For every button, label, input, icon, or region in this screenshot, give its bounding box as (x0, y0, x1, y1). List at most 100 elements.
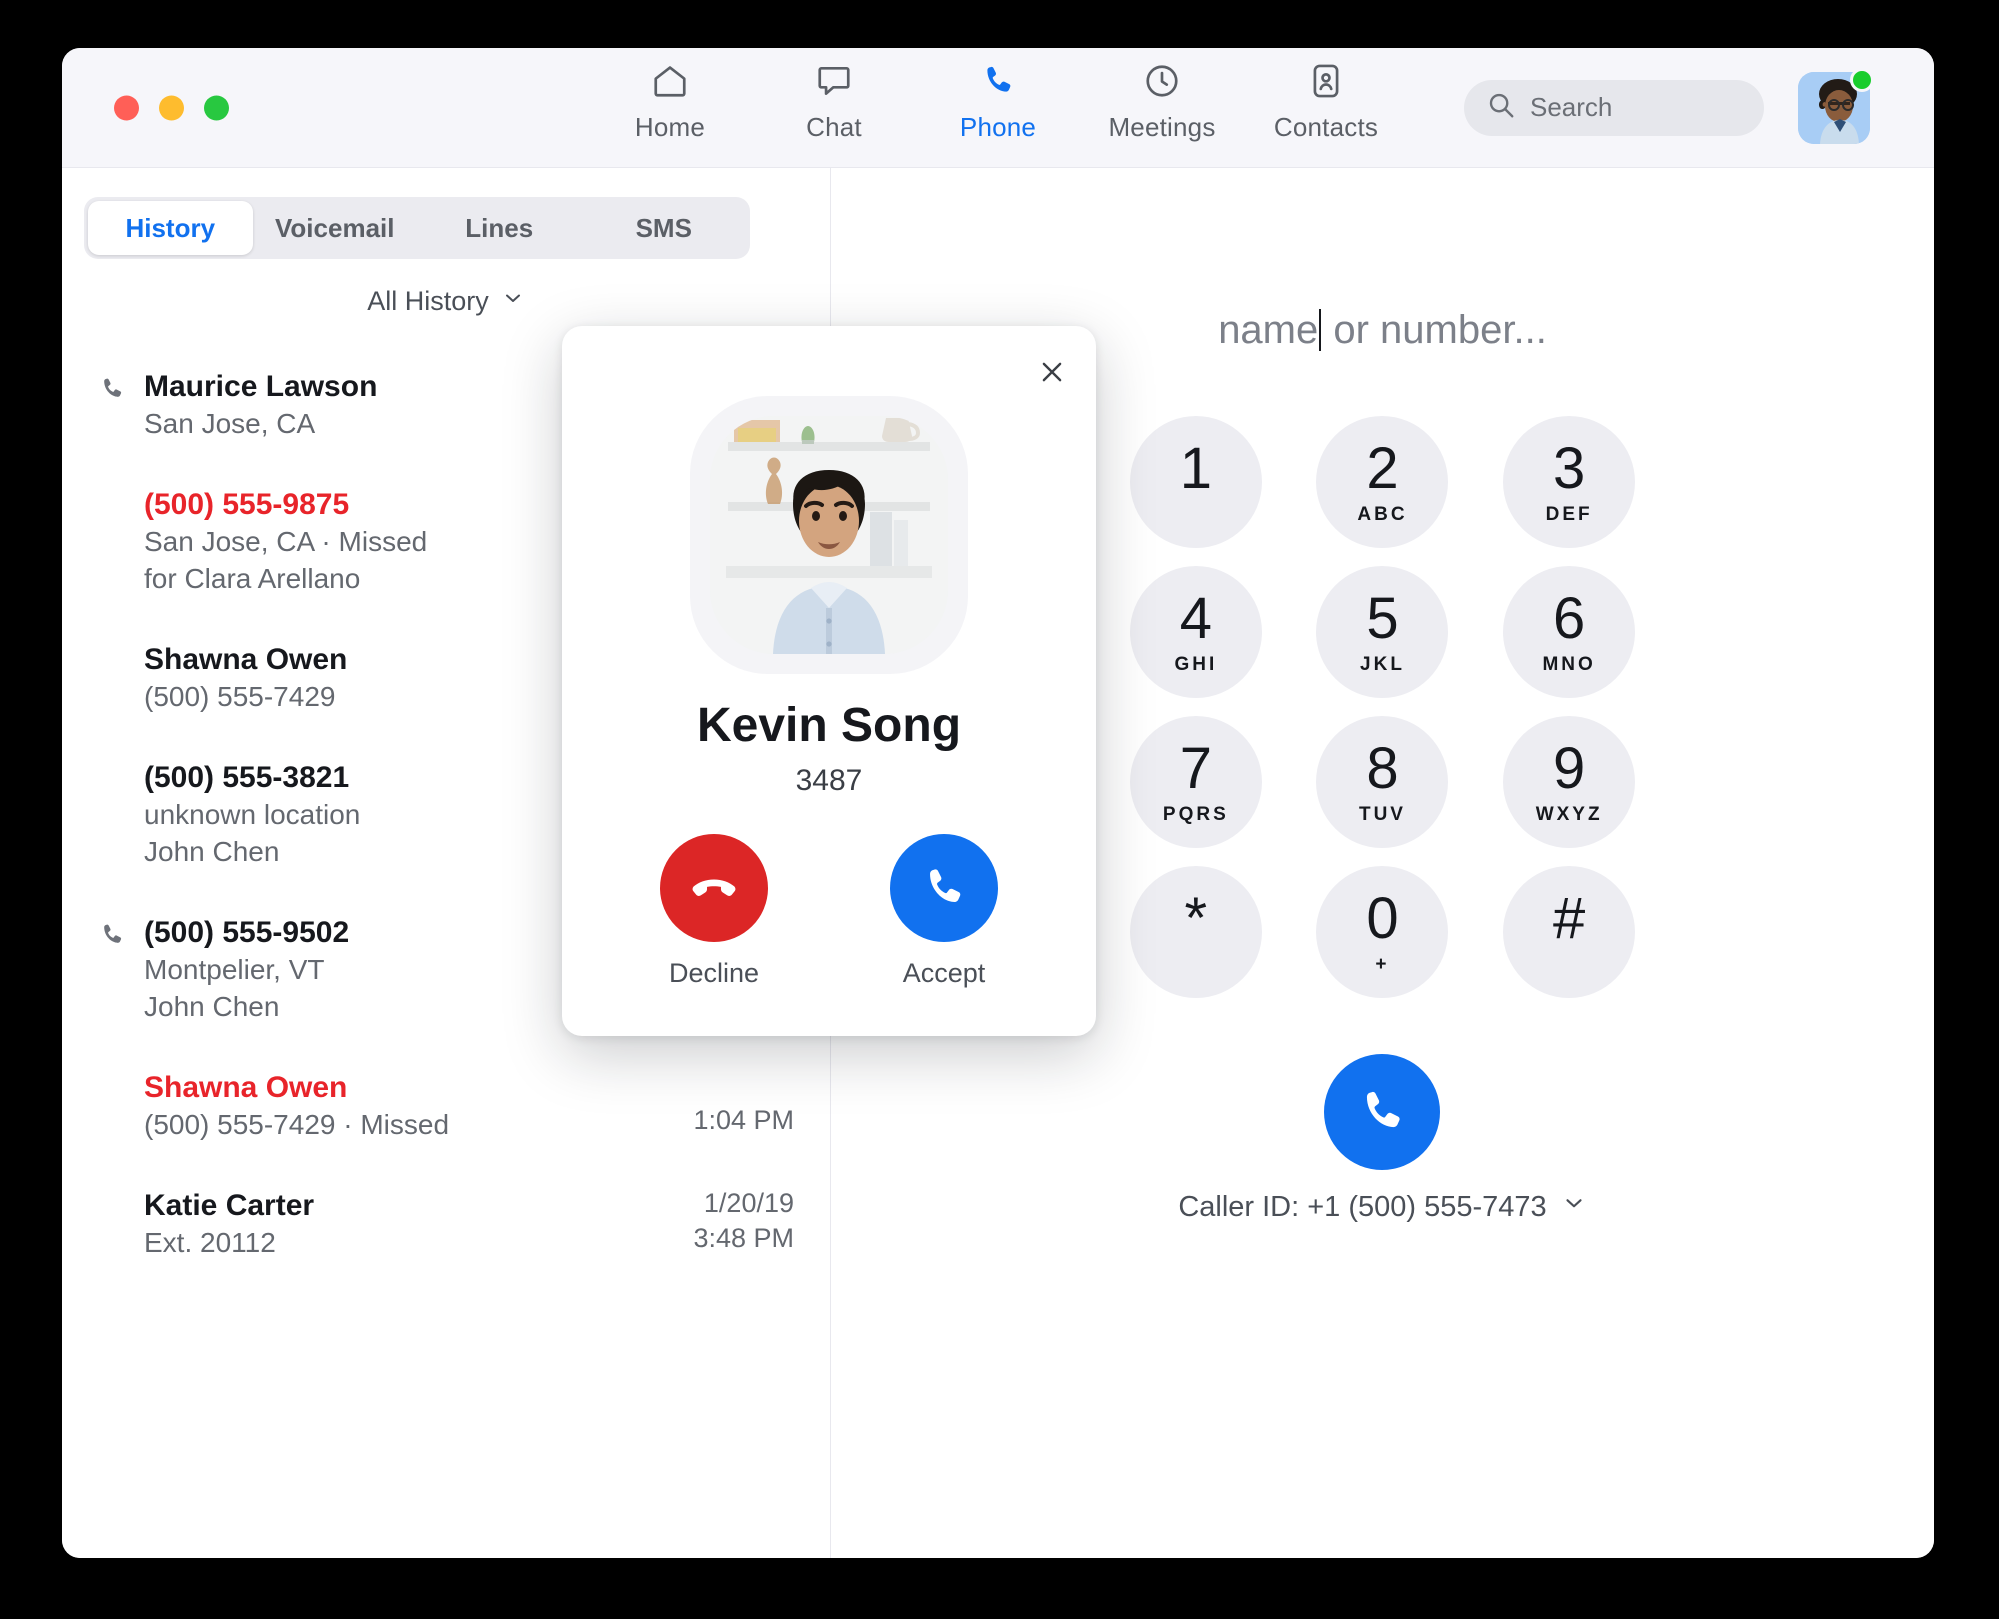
history-filter-dropdown[interactable]: All History (62, 286, 830, 317)
dial-key-digit: 6 (1553, 586, 1586, 651)
dial-key-5[interactable]: 5 JKL (1316, 566, 1449, 698)
close-window-button[interactable] (114, 95, 139, 120)
nav-tab-chat[interactable]: Chat (752, 60, 916, 143)
tab-history[interactable]: History (88, 201, 253, 255)
call-history-row[interactable]: Katie Carter Ext. 20112 1/20/19 3:48 PM (98, 1165, 794, 1283)
close-icon[interactable] (1032, 352, 1072, 392)
call-row-details: Shawna Owen (500) 555-7429 (144, 640, 594, 716)
call-row-timestamp-line: 3:48 PM (693, 1223, 794, 1254)
call-button[interactable] (1324, 1054, 1440, 1170)
dial-key-letters: TUV (1358, 804, 1406, 825)
search-input[interactable]: Search (1464, 79, 1764, 136)
call-row-subtitle: John Chen (144, 835, 280, 867)
dial-key-letters: DEF (1545, 504, 1593, 525)
dial-key-9[interactable]: 9 WXYZ (1503, 716, 1636, 848)
app-window: Home Chat Phone Meetings Contacts Search… (62, 48, 1934, 1558)
call-row-details: (500) 555-9502 Montpelier, VT John Chen (144, 913, 594, 1026)
caller-id-selector[interactable]: Caller ID: +1 (500) 555-7473 (831, 1190, 1934, 1224)
nav-tab-meetings[interactable]: Meetings (1080, 60, 1244, 143)
presence-status-dot (1850, 67, 1874, 92)
chat-icon (815, 60, 853, 102)
home-icon (650, 60, 690, 102)
search-icon (1486, 90, 1516, 125)
nav-tab-phone[interactable]: Phone (916, 60, 1080, 143)
dial-key-digit: 9 (1553, 736, 1586, 801)
dial-key-6[interactable]: 6 MNO (1503, 566, 1636, 698)
call-icon-placeholder (98, 1186, 144, 1262)
dial-key-letters: ABC (1357, 504, 1408, 525)
dial-key-digit: 5 (1366, 586, 1399, 651)
nav-tab-contacts[interactable]: Contacts (1244, 60, 1408, 143)
call-row-timestamp: 1/20/19 3:48 PM (594, 1186, 794, 1262)
incoming-call-dialog: Kevin Song 3487 Decline Accept (562, 326, 1096, 1036)
dial-key-letters: + (1375, 954, 1390, 975)
dial-key-1[interactable]: 1 (1129, 416, 1262, 548)
dial-key-hash[interactable]: # (1503, 866, 1636, 998)
call-row-timestamp-line: 1/20/19 (703, 1187, 794, 1218)
dial-key-4[interactable]: 4 GHI (1129, 566, 1262, 698)
caller-extension: 3487 (795, 764, 863, 797)
call-row-subtitle: San Jose, CA (144, 408, 316, 439)
call-row-subtitle: San Jose, CA · Missed (144, 525, 428, 557)
tab-lines[interactable]: Lines (417, 201, 582, 255)
call-row-title: (500) 555-9502 (144, 915, 350, 949)
nav-tab-chat-label: Chat (806, 111, 862, 142)
call-row-subtitle: Ext. 20112 (144, 1226, 276, 1258)
tab-sms[interactable]: SMS (582, 201, 747, 255)
dial-input-trailing-text: or number... (1322, 307, 1547, 352)
dial-key-2[interactable]: 2 ABC (1316, 416, 1449, 548)
call-row-details: (500) 555-9875 San Jose, CA · Missed for C… (144, 485, 594, 598)
phone-icon (890, 834, 998, 942)
outgoing-call-icon (98, 367, 144, 443)
nav-tab-contacts-label: Contacts (1273, 111, 1379, 142)
dial-key-letters: MNO (1542, 654, 1596, 675)
decline-call-label: Decline (668, 958, 760, 988)
dial-key-7[interactable]: 7 PQRS (1129, 716, 1262, 848)
call-row-timestamp-line (594, 1068, 794, 1104)
contacts-icon (1307, 60, 1345, 102)
dial-key-digit: 8 (1366, 736, 1399, 801)
dial-key-8[interactable]: 8 TUV (1316, 716, 1449, 848)
dial-key-digit: 4 (1179, 586, 1212, 651)
nav-tab-meetings-label: Meetings (1108, 111, 1216, 142)
dial-key-letters: GHI (1174, 654, 1218, 675)
dial-input-visible-text: name (1218, 307, 1319, 352)
chevron-down-icon (1561, 1190, 1587, 1224)
minimize-window-button[interactable] (159, 95, 184, 120)
nav-tab-phone-label: Phone (959, 111, 1037, 142)
call-row-title: Katie Carter (144, 1188, 315, 1222)
dial-key-3[interactable]: 3 DEF (1503, 416, 1636, 548)
search-placeholder: Search (1530, 92, 1613, 122)
dial-key-letters: JKL (1360, 654, 1405, 675)
tab-voicemail[interactable]: Voicemail (253, 201, 418, 255)
call-row-subtitle: John Chen (144, 990, 280, 1022)
dial-key-digit: # (1553, 886, 1586, 951)
call-row-title: (500) 555-9875 (144, 487, 350, 521)
user-avatar-wrapper[interactable] (1798, 67, 1874, 144)
call-row-details: (500) 555-3821 unknown location John Chen (144, 758, 594, 871)
dial-key-0[interactable]: 0 + (1316, 866, 1449, 998)
maximize-window-button[interactable] (204, 95, 229, 120)
call-row-details: Shawna Owen (500) 555-7429 · Missed (144, 1068, 594, 1144)
dial-key-digit: 3 (1553, 436, 1586, 501)
nav-tab-home-label: Home (634, 111, 706, 142)
nav-tab-home[interactable]: Home (588, 60, 752, 143)
history-filter-label: All History (367, 286, 489, 316)
phone-icon (979, 60, 1017, 102)
call-row-subtitle: unknown location (144, 798, 361, 830)
caller-id-label: Caller ID: +1 (500) 555-7473 (1178, 1190, 1547, 1223)
call-row-timestamp: 1:04 PM (594, 1068, 794, 1144)
call-row-title: Shawna Owen (144, 642, 348, 676)
call-icon-placeholder (98, 485, 144, 598)
call-row-title: Shawna Owen (144, 1070, 348, 1104)
phone-down-icon (660, 834, 768, 942)
call-row-subtitle: (500) 555-7429 (144, 680, 336, 712)
call-history-row[interactable]: Shawna Owen (500) 555-7429 · Missed 1:04 … (98, 1047, 794, 1165)
titlebar: Home Chat Phone Meetings Contacts Search (62, 48, 1934, 168)
call-row-details: Maurice Lawson San Jose, CA (144, 367, 594, 443)
accept-call-button[interactable]: Accept (890, 834, 998, 989)
decline-call-button[interactable]: Decline (660, 834, 768, 989)
chevron-down-icon (501, 286, 525, 317)
dial-input-placeholder: name or number... (1218, 308, 1547, 353)
dial-key-star[interactable]: * (1129, 866, 1262, 998)
